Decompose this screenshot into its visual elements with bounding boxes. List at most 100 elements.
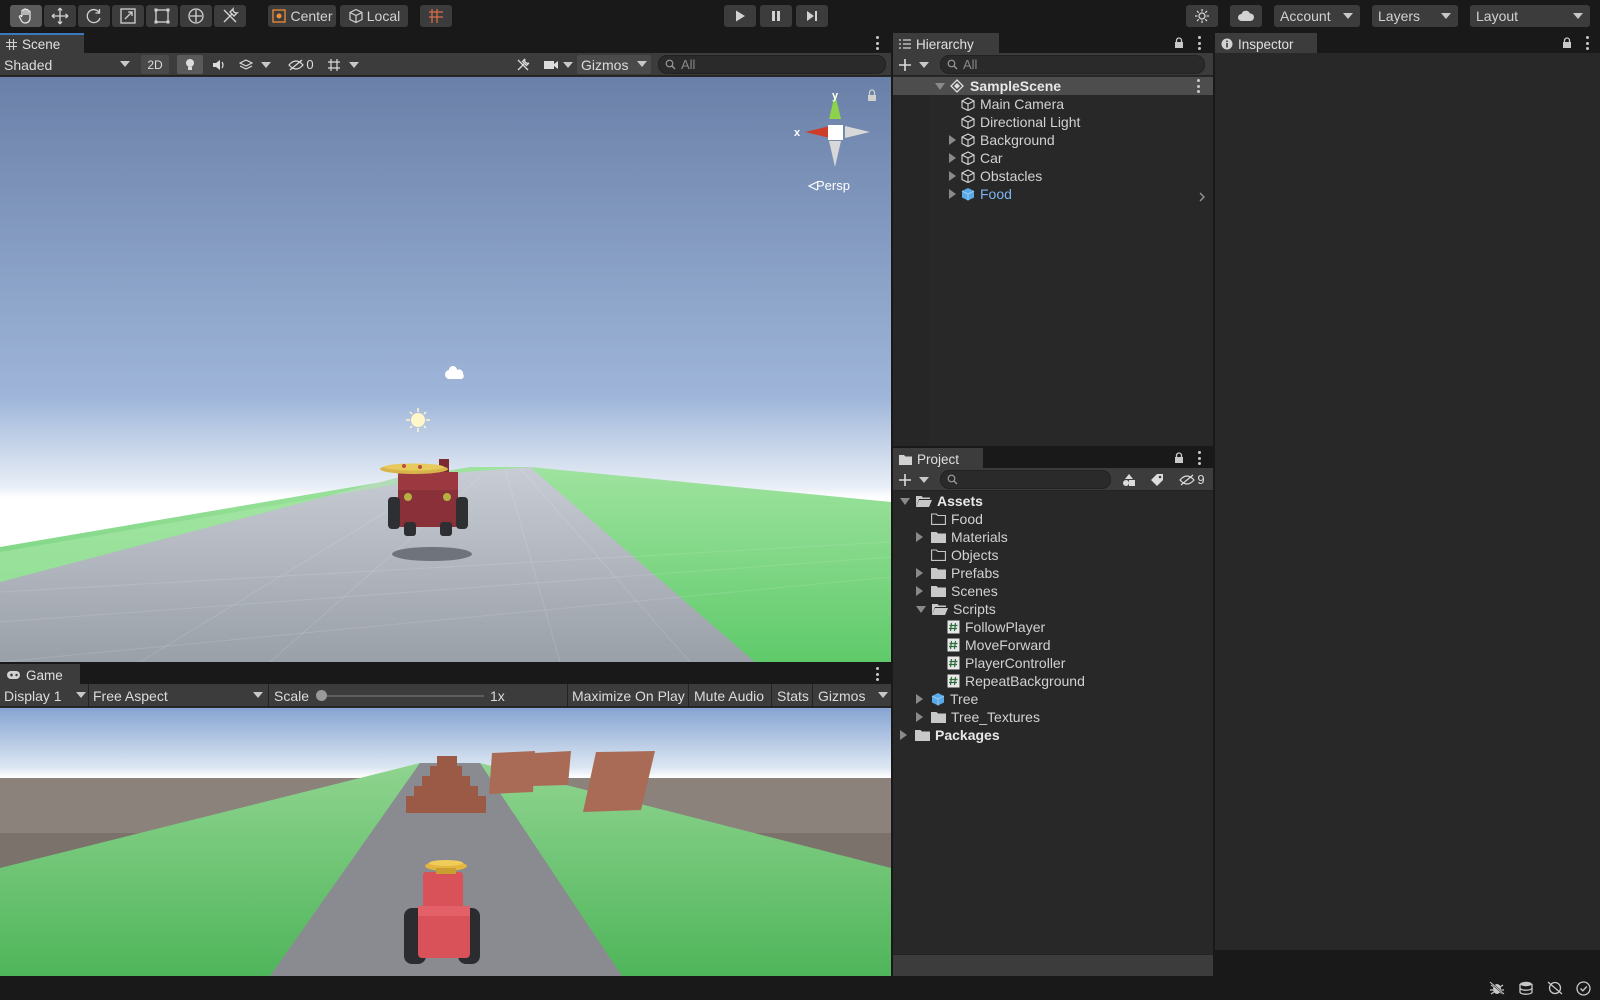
- search-by-type-button[interactable]: [1118, 470, 1140, 489]
- pivot-local-button[interactable]: Local: [340, 5, 408, 27]
- hierarchy-scene-row[interactable]: SampleScene: [893, 77, 1213, 95]
- hierarchy-item[interactable]: Directional Light: [893, 113, 1213, 131]
- project-search-input[interactable]: [940, 470, 1111, 489]
- project-item[interactable]: Packages: [893, 726, 1213, 744]
- effects-dropdown[interactable]: [235, 55, 275, 74]
- collapse-arrow-icon[interactable]: [916, 605, 926, 613]
- project-item[interactable]: MoveForward: [893, 636, 1213, 654]
- hierarchy-item[interactable]: Car: [893, 149, 1213, 167]
- rect-tool-button[interactable]: [146, 5, 178, 27]
- inspector-lock-icon[interactable]: [1562, 37, 1572, 49]
- scene-row-menu-button[interactable]: [1196, 79, 1200, 93]
- tab-project[interactable]: Project: [893, 448, 983, 468]
- hand-tool-button[interactable]: [10, 5, 42, 27]
- pause-button[interactable]: [760, 5, 792, 27]
- toggle-2d-button[interactable]: 2D: [141, 55, 169, 74]
- tab-hierarchy[interactable]: Hierarchy: [893, 33, 999, 53]
- expand-arrow-icon[interactable]: [916, 586, 923, 596]
- hierarchy-item[interactable]: Food: [893, 185, 1213, 203]
- lighting-toggle[interactable]: [177, 55, 203, 74]
- project-item[interactable]: FollowPlayer: [893, 618, 1213, 636]
- hierarchy-lock-icon[interactable]: [1174, 37, 1184, 49]
- inspector-menu-button[interactable]: [1585, 36, 1589, 50]
- stats-toggle[interactable]: Stats: [777, 686, 809, 705]
- scale-slider-track[interactable]: [318, 695, 484, 697]
- scene-search-input[interactable]: All: [658, 55, 886, 74]
- project-item[interactable]: Materials: [893, 528, 1213, 546]
- project-lock-icon[interactable]: [1174, 452, 1184, 464]
- scale-tool-button[interactable]: [112, 5, 144, 27]
- layers-dropdown[interactable]: Layers: [1372, 5, 1458, 27]
- project-item[interactable]: Prefabs: [893, 564, 1213, 582]
- project-item[interactable]: PlayerController: [893, 654, 1213, 672]
- hierarchy-search-input[interactable]: All: [940, 55, 1205, 74]
- hierarchy-item[interactable]: Obstacles: [893, 167, 1213, 185]
- status-check-icon[interactable]: [1576, 981, 1591, 996]
- rotate-tool-button[interactable]: [78, 5, 110, 27]
- tab-scene[interactable]: Scene: [0, 33, 84, 53]
- grid-snap-button[interactable]: [420, 5, 452, 27]
- play-button[interactable]: [724, 5, 756, 27]
- expand-arrow-icon[interactable]: [949, 189, 956, 199]
- search-by-label-button[interactable]: [1146, 470, 1168, 489]
- game-gizmos-dropdown[interactable]: Gizmos: [818, 686, 888, 705]
- projection-label[interactable]: Persp: [816, 178, 850, 193]
- move-tool-button[interactable]: [44, 5, 76, 27]
- scene-expand-arrow-icon[interactable]: [935, 82, 945, 90]
- game-menu-button[interactable]: [875, 667, 879, 681]
- expand-arrow-icon[interactable]: [949, 153, 956, 163]
- project-item[interactable]: Food: [893, 510, 1213, 528]
- hierarchy-menu-button[interactable]: [1197, 36, 1201, 50]
- expand-arrow-icon[interactable]: [916, 694, 923, 704]
- aspect-dropdown[interactable]: Free Aspect: [93, 686, 263, 705]
- scene-tools-button[interactable]: [511, 55, 535, 74]
- pivot-center-button[interactable]: Center: [268, 5, 336, 27]
- auto-generate-lighting-icon[interactable]: [1547, 981, 1563, 995]
- project-item[interactable]: Objects: [893, 546, 1213, 564]
- hidden-packages-toggle[interactable]: 9: [1174, 470, 1210, 489]
- project-item[interactable]: RepeatBackground: [893, 672, 1213, 690]
- expand-arrow-icon[interactable]: [916, 568, 923, 578]
- project-menu-button[interactable]: [1197, 451, 1201, 465]
- step-button[interactable]: [796, 5, 828, 27]
- expand-arrow-icon[interactable]: [916, 532, 923, 542]
- hierarchy-add-button[interactable]: [899, 55, 929, 74]
- project-item[interactable]: Tree: [893, 690, 1213, 708]
- expand-arrow-icon[interactable]: [949, 135, 956, 145]
- gizmos-dropdown[interactable]: Gizmos: [577, 55, 651, 74]
- project-add-button[interactable]: [899, 470, 929, 489]
- hidden-objects-toggle[interactable]: 0: [284, 55, 318, 74]
- center-cube[interactable]: [828, 125, 843, 140]
- layout-dropdown[interactable]: Layout: [1470, 5, 1590, 27]
- expand-arrow-icon[interactable]: [949, 171, 956, 181]
- scene-menu-button[interactable]: [875, 36, 879, 50]
- account-dropdown[interactable]: Account: [1274, 5, 1360, 27]
- cache-server-icon[interactable]: [1518, 981, 1534, 995]
- grid-dropdown[interactable]: [322, 55, 364, 74]
- expand-arrow-icon[interactable]: [916, 712, 923, 722]
- mute-audio-toggle[interactable]: Mute Audio: [694, 686, 764, 705]
- services-button[interactable]: [1186, 5, 1218, 27]
- project-item[interactable]: Scripts: [893, 600, 1213, 618]
- cloud-button[interactable]: [1230, 5, 1262, 27]
- hierarchy-item[interactable]: Background: [893, 131, 1213, 149]
- project-item[interactable]: Tree_Textures: [893, 708, 1213, 726]
- tab-inspector[interactable]: Inspector: [1215, 33, 1317, 53]
- display-dropdown[interactable]: Display 1: [4, 686, 86, 705]
- expand-arrow-icon[interactable]: [900, 730, 907, 740]
- scene-viewport[interactable]: y x Persp: [0, 77, 891, 662]
- game-viewport[interactable]: [0, 708, 891, 976]
- project-item[interactable]: Scenes: [893, 582, 1213, 600]
- scale-slider-thumb[interactable]: [316, 690, 327, 701]
- shading-mode-dropdown[interactable]: Shaded: [4, 55, 130, 74]
- prefab-open-chevron-icon[interactable]: [1198, 189, 1206, 205]
- camera-dropdown[interactable]: [540, 55, 576, 74]
- collapse-arrow-icon[interactable]: [900, 497, 910, 505]
- custom-tool-button[interactable]: [214, 5, 246, 27]
- tab-game[interactable]: Game: [0, 664, 80, 684]
- transform-tool-button[interactable]: [180, 5, 212, 27]
- food-pizza-object[interactable]: [380, 463, 448, 475]
- audio-toggle[interactable]: [206, 55, 232, 74]
- debug-bug-icon[interactable]: [1489, 981, 1505, 995]
- hierarchy-item[interactable]: Main Camera: [893, 95, 1213, 113]
